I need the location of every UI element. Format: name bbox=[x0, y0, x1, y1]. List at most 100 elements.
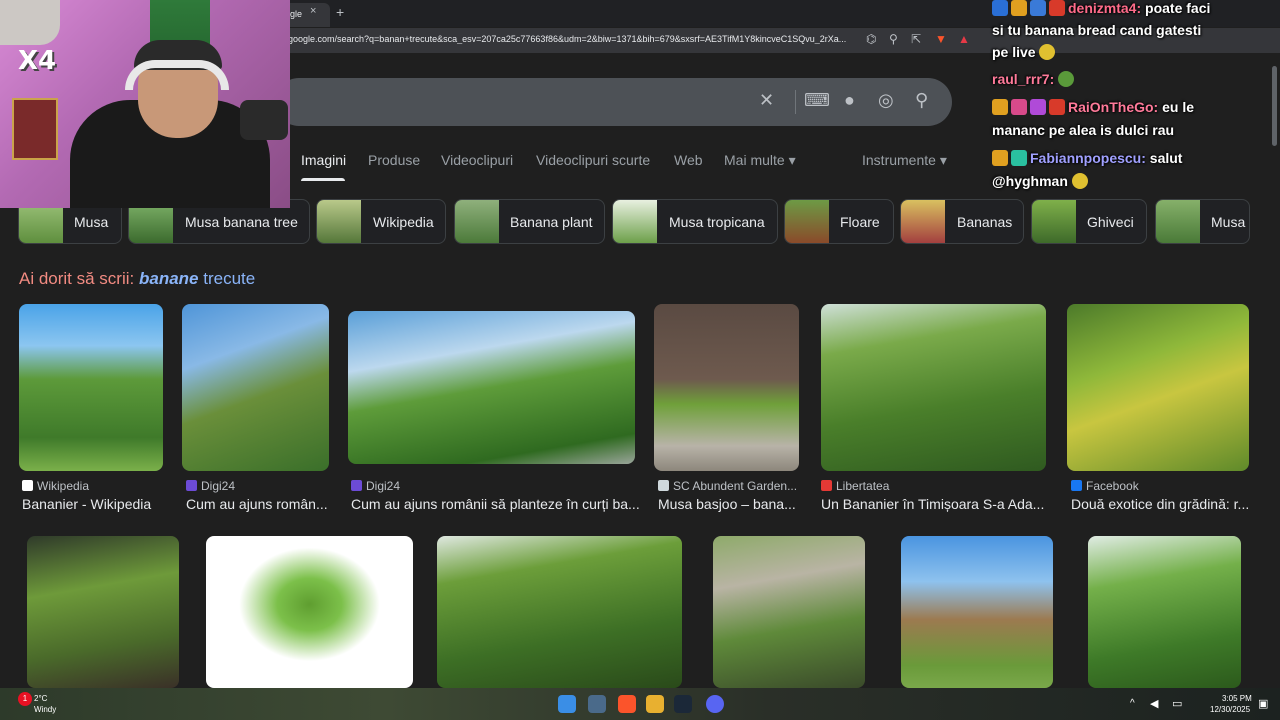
result-caption[interactable]: Cum au ajuns român... bbox=[186, 496, 332, 512]
chip-musa-tropicana[interactable]: Musa tropicana bbox=[612, 199, 778, 244]
url-field[interactable]: google.com/search?q=banan+trecute&sca_es… bbox=[288, 34, 858, 44]
search-box[interactable]: ✕ ⌨ ● ◎ ⚲ bbox=[275, 78, 952, 126]
tab-title: gle bbox=[290, 9, 303, 19]
tab-more[interactable]: Mai multe ▾ bbox=[724, 152, 796, 169]
result-image[interactable] bbox=[713, 536, 865, 688]
tab-videos[interactable]: Videoclipuri bbox=[441, 152, 513, 168]
tools-button[interactable]: Instrumente ▾ bbox=[862, 152, 947, 169]
close-icon[interactable]: ✕ bbox=[759, 90, 774, 111]
windows-start-icon[interactable] bbox=[558, 695, 576, 713]
result-image[interactable] bbox=[901, 536, 1053, 688]
chip-bananas[interactable]: Bananas bbox=[900, 199, 1024, 244]
chip-label: Musa bbox=[1211, 214, 1246, 230]
tab-close-icon[interactable]: × bbox=[310, 5, 316, 17]
result-source[interactable]: Wikipedia bbox=[22, 479, 89, 493]
network-icon[interactable]: ▭ bbox=[1172, 697, 1182, 710]
chat-message: raul_rrr7: bbox=[992, 71, 1077, 87]
result-image[interactable] bbox=[1088, 536, 1241, 688]
microphone bbox=[240, 100, 288, 140]
share-icon[interactable]: ⇱ bbox=[911, 32, 921, 46]
chat-message-continued: @hyghman bbox=[992, 173, 1091, 189]
scrollbar[interactable] bbox=[1272, 66, 1277, 146]
tab-short-videos[interactable]: Videoclipuri scurte bbox=[536, 152, 650, 168]
result-image[interactable] bbox=[19, 304, 163, 471]
headphones bbox=[125, 60, 229, 90]
result-caption[interactable]: Musa basjoo – bana... bbox=[658, 496, 808, 512]
chat-message-continued: pe live bbox=[992, 44, 1058, 60]
chip-label: Musa banana tree bbox=[185, 214, 298, 230]
chip-banana-plant[interactable]: Banana plant bbox=[454, 199, 605, 244]
chip-ghiveci[interactable]: Ghiveci bbox=[1031, 199, 1147, 244]
result-image[interactable] bbox=[27, 536, 179, 688]
digi24-icon bbox=[186, 480, 197, 491]
cat-emote bbox=[0, 0, 60, 45]
brave-shield-icon[interactable]: ▼ bbox=[935, 32, 947, 46]
chevron-up-icon[interactable]: ^ bbox=[1130, 698, 1135, 709]
notification-icon[interactable]: ▣ bbox=[1258, 697, 1268, 710]
result-image[interactable] bbox=[206, 536, 413, 688]
result-source[interactable]: Facebook bbox=[1071, 479, 1139, 493]
volume-icon[interactable]: ◀ bbox=[1150, 697, 1158, 710]
result-caption[interactable]: Cum au ajuns românii să planteze în curț… bbox=[351, 496, 641, 512]
new-tab-button[interactable]: + bbox=[336, 4, 344, 20]
result-image[interactable] bbox=[821, 304, 1046, 471]
weather-desc[interactable]: Windy bbox=[34, 705, 56, 714]
zoom-icon[interactable]: ⚲ bbox=[889, 32, 898, 46]
chip-musa-2[interactable]: Musa bbox=[1155, 199, 1250, 244]
result-image[interactable] bbox=[1067, 304, 1249, 471]
badge-icon bbox=[1049, 0, 1065, 16]
result-image[interactable] bbox=[348, 311, 635, 464]
tab-web[interactable]: Web bbox=[674, 152, 703, 168]
result-source[interactable]: Libertatea bbox=[821, 479, 889, 493]
crown-icon bbox=[992, 150, 1008, 166]
lens-icon[interactable]: ◎ bbox=[878, 90, 894, 111]
tab-images[interactable]: Imagini bbox=[301, 152, 346, 168]
webcam-overlay: X4 bbox=[0, 0, 290, 208]
clock-date[interactable]: 12/30/2025 bbox=[1210, 705, 1250, 714]
result-image[interactable] bbox=[654, 304, 799, 471]
keyboard-icon[interactable]: ⌨ bbox=[804, 90, 830, 111]
emote-icon bbox=[1071, 173, 1088, 189]
steam-icon[interactable] bbox=[674, 695, 692, 713]
notification-badge: 1 bbox=[18, 692, 32, 706]
clock-time[interactable]: 3:05 PM bbox=[1222, 694, 1252, 703]
chat-message: Fabiannpopescu: salut bbox=[992, 150, 1182, 166]
chat-message: RaiOnTheGo: eu le bbox=[992, 99, 1194, 115]
crown-icon bbox=[1011, 0, 1027, 16]
result-image[interactable] bbox=[182, 304, 329, 471]
result-image[interactable] bbox=[437, 536, 682, 688]
did-you-mean-correction[interactable]: banane bbox=[139, 269, 199, 288]
facebook-icon bbox=[1071, 480, 1082, 491]
result-source[interactable]: Digi24 bbox=[351, 479, 400, 493]
weather-temp[interactable]: 2°C bbox=[34, 694, 47, 703]
chip-thumbnail bbox=[613, 200, 657, 243]
badge-icon bbox=[1030, 0, 1046, 16]
mic-icon[interactable]: ● bbox=[844, 90, 855, 111]
did-you-mean-prefix: Ai dorit să scrii: bbox=[19, 269, 139, 288]
chip-wikipedia[interactable]: Wikipedia bbox=[316, 199, 446, 244]
brave-icon[interactable] bbox=[618, 695, 636, 713]
search-icon[interactable]: ⚲ bbox=[915, 90, 928, 111]
result-caption[interactable]: Un Bananier în Timișoara S-a Ada... bbox=[821, 496, 1049, 512]
did-you-mean[interactable]: Ai dorit să scrii: banane trecute bbox=[19, 269, 255, 289]
chat-message-continued: mananc pe alea is dulci rau bbox=[992, 122, 1175, 138]
brave-rewards-icon[interactable]: ▲ bbox=[958, 32, 970, 46]
file-explorer-icon[interactable] bbox=[646, 695, 664, 713]
badge-icon bbox=[1011, 99, 1027, 115]
wikipedia-icon bbox=[22, 480, 33, 491]
translate-icon[interactable]: ⌬ bbox=[866, 32, 876, 46]
discord-icon[interactable] bbox=[706, 695, 724, 713]
chip-label: Wikipedia bbox=[373, 214, 434, 230]
result-source[interactable]: SC Abundent Garden... bbox=[658, 479, 797, 493]
result-caption[interactable]: Două exotice din grădină: r... bbox=[1071, 496, 1256, 512]
result-source[interactable]: Digi24 bbox=[186, 479, 235, 493]
tab-products[interactable]: Produse bbox=[368, 152, 420, 168]
chip-label: Bananas bbox=[957, 214, 1013, 230]
chip-label: Musa bbox=[74, 214, 109, 230]
taskview-icon[interactable] bbox=[588, 695, 606, 713]
did-you-mean-rest[interactable]: trecute bbox=[199, 269, 255, 288]
crown-icon bbox=[992, 99, 1008, 115]
chip-floare[interactable]: Floare bbox=[784, 199, 894, 244]
result-caption[interactable]: Bananier - Wikipedia bbox=[22, 496, 170, 512]
chat-overlay: denizmta4: poate faci si tu banana bread… bbox=[990, 0, 1280, 195]
